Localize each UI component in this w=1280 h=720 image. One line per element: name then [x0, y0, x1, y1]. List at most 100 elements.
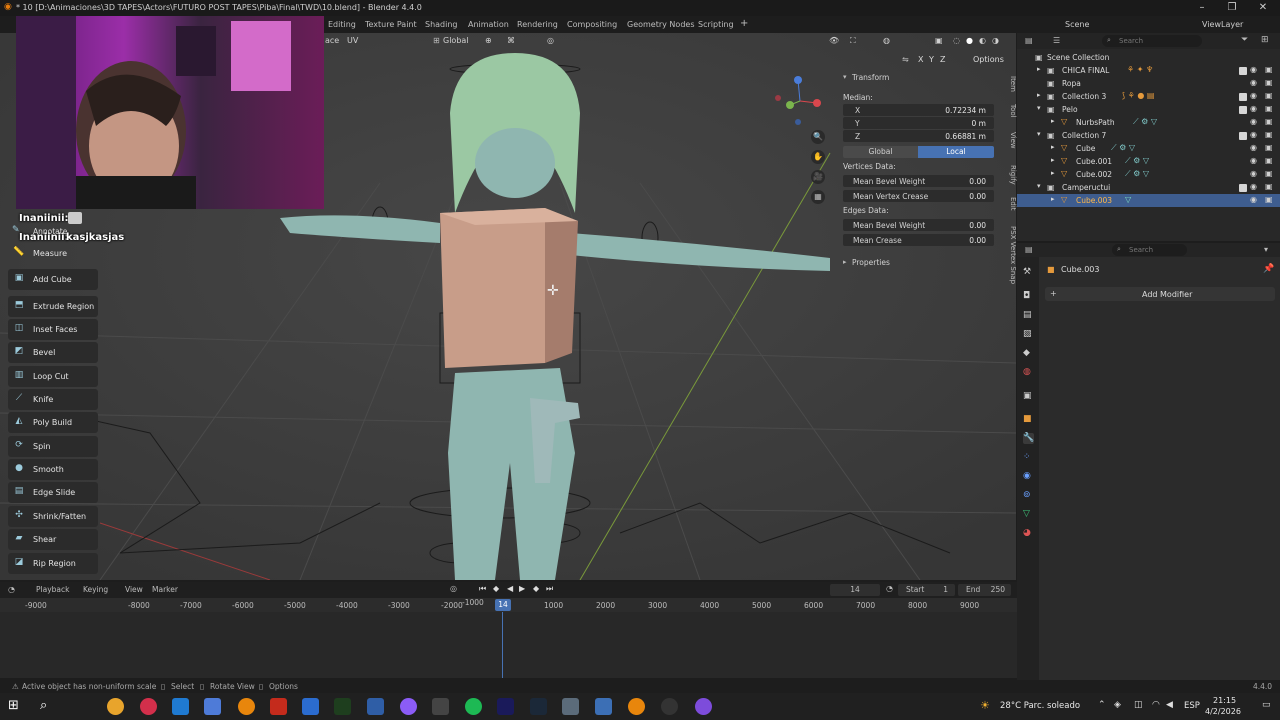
app-icon[interactable] [204, 698, 221, 715]
chrome-icon[interactable] [107, 698, 124, 715]
editor-type-icon[interactable]: ▤ [1025, 245, 1033, 254]
scene-icon[interactable]: ◆ [1023, 348, 1034, 359]
camera-icon[interactable]: ▣ [1265, 117, 1273, 126]
spotify-icon[interactable] [465, 698, 482, 715]
record-icon[interactable]: ◎ [450, 584, 457, 593]
axis-x-toggle[interactable]: X [918, 55, 923, 64]
chevron-right-icon[interactable]: ▸ [843, 258, 847, 266]
median-y-field[interactable]: Y 0 m [843, 117, 994, 129]
tab-edit[interactable]: Edit [1005, 197, 1017, 211]
outliner-row[interactable]: ▸ ▽ NurbsPath ⟋ ⚙ ▽ ◉ ▣ [1017, 116, 1280, 129]
prev-key-icon[interactable]: ◆ [493, 584, 499, 593]
tool-poly-build[interactable]: ◭ Poly Build [8, 412, 98, 433]
render-icon[interactable]: ◘ [1023, 291, 1034, 302]
tool-measure[interactable]: 📏 Measure [8, 243, 98, 264]
outliner-row[interactable]: ▸ ▽ Cube ⟋ ⚙ ▽ ◉ ▣ [1017, 142, 1280, 155]
global-toggle[interactable]: Global [843, 146, 918, 158]
end-frame-field[interactable]: End 250 [958, 584, 1011, 596]
tab-view[interactable]: View [1005, 132, 1017, 149]
vscode-icon[interactable] [367, 698, 384, 715]
outliner-row[interactable]: ▣ Scene Collection [1017, 51, 1280, 64]
marker-menu[interactable]: Marker [152, 585, 178, 594]
clock-time[interactable]: 21:15 [1213, 696, 1236, 705]
app-icon[interactable] [270, 698, 287, 715]
tool-shear[interactable]: ▰ Shear [8, 529, 98, 550]
tool-bevel[interactable]: ◩ Bevel [8, 342, 98, 363]
physics-icon[interactable]: ◉ [1023, 471, 1034, 482]
chevron-down-icon[interactable]: ▾ [1037, 182, 1041, 190]
current-frame-field[interactable]: 14 [830, 584, 880, 596]
eye-icon[interactable]: ◉ [1250, 195, 1257, 204]
eye-icon[interactable]: ◉ [1250, 117, 1257, 126]
constraints-icon[interactable]: ⊚ [1023, 490, 1034, 501]
jump-end-icon[interactable]: ⏭ [546, 584, 553, 594]
transform-header[interactable]: Transform [852, 73, 889, 82]
tool-loop-cut[interactable]: ▥ Loop Cut [8, 366, 98, 387]
app-icon[interactable] [432, 698, 449, 715]
properties-search-input[interactable]: ⌕ Search [1112, 244, 1187, 256]
tool-settings-icon[interactable]: ⚒ [1023, 267, 1034, 278]
chevron-down-icon[interactable]: ▾ [843, 73, 847, 81]
camera-icon[interactable]: ▣ [1265, 195, 1273, 204]
pivot-icon[interactable]: ⊕ [485, 36, 492, 45]
particles-icon[interactable]: ⁘ [1023, 452, 1034, 463]
opera-icon[interactable] [140, 698, 157, 715]
chevron-right-icon[interactable]: ▸ [1037, 65, 1041, 73]
network-icon[interactable]: ◫ [1134, 700, 1143, 710]
mode-menu-fragment[interactable]: ace [325, 36, 339, 45]
display-mode-icon[interactable]: ☰ [1053, 36, 1060, 45]
after-effects-icon[interactable] [497, 698, 514, 715]
wifi-icon[interactable]: ◠ [1152, 700, 1160, 710]
tool-shrink-fatten[interactable]: ✣ Shrink/Fatten [8, 506, 98, 527]
tab-scripting[interactable]: Scripting [698, 20, 734, 29]
median-z-field[interactable]: Z 0.66881 m [843, 130, 994, 142]
tab-tool[interactable]: Tool [1005, 104, 1017, 118]
eye-icon[interactable]: ◉ [1250, 65, 1257, 74]
checkbox-icon[interactable] [1239, 184, 1247, 192]
play-icon[interactable]: ▶ [519, 584, 525, 593]
camera-icon[interactable]: ▣ [1265, 156, 1273, 165]
eye-icon[interactable]: ◉ [1250, 169, 1257, 178]
perspective-toggle-icon[interactable]: ▦ [811, 190, 825, 204]
eye-icon[interactable]: ◉ [1250, 130, 1257, 139]
camera-icon[interactable]: ▣ [1265, 65, 1273, 74]
chevron-right-icon[interactable]: ▸ [1051, 169, 1055, 177]
camera-icon[interactable]: ▣ [1265, 143, 1273, 152]
outliner-row[interactable]: ▸ ▽ Cube.002 ⟋ ⚙ ▽ ◉ ▣ [1017, 168, 1280, 181]
options-dropdown[interactable]: Options [973, 55, 1004, 64]
pan-hand-icon[interactable]: ✋ [811, 150, 825, 164]
tab-rigify[interactable]: Rigify [1005, 165, 1017, 185]
outliner-row[interactable]: ▣ Ropa ◉ ▣ [1017, 77, 1280, 90]
snap-icon[interactable]: ⌘ [507, 36, 515, 45]
tab-geometry-nodes[interactable]: Geometry Nodes [627, 20, 694, 29]
app-icon[interactable] [562, 698, 579, 715]
discord-icon[interactable] [695, 698, 712, 715]
camera-icon[interactable]: ▣ [1265, 182, 1273, 191]
tab-texture-paint[interactable]: Texture Paint [365, 20, 417, 29]
camera-icon[interactable]: ▣ [1265, 104, 1273, 113]
eye-icon[interactable]: ◉ [1250, 104, 1257, 113]
volume-icon[interactable]: ◀ [1166, 700, 1173, 710]
gizmo-toggle-icon[interactable]: ⛶ [850, 36, 856, 46]
outliner-search-input[interactable]: ⌕ Search [1102, 35, 1202, 47]
outliner-row[interactable]: ▸ ▽ Cube.001 ⟋ ⚙ ▽ ◉ ▣ [1017, 155, 1280, 168]
windows-start-icon[interactable]: ⊞ [8, 698, 19, 713]
next-key-icon[interactable]: ◆ [533, 584, 539, 593]
tool-add-cube[interactable]: ▣ Add Cube [8, 269, 98, 290]
tool-annotate[interactable]: ✎ Annotate [8, 224, 98, 238]
chevron-down-icon[interactable]: ▾ [1037, 104, 1041, 112]
tab-item[interactable]: Item [1005, 76, 1017, 92]
maximize-button[interactable]: ❐ [1217, 2, 1247, 14]
proportional-edit-icon[interactable]: ◎ [547, 36, 554, 45]
world-icon[interactable]: ◍ [1023, 367, 1034, 378]
playhead[interactable]: 14 [495, 599, 511, 611]
view-layer-icon[interactable]: ▧ [1023, 329, 1034, 340]
minimize-button[interactable]: – [1187, 2, 1217, 14]
tab-psx-vertex-snap[interactable]: PSX Vertex Snap [1005, 226, 1017, 284]
shading-rendered-icon[interactable]: ◑ [992, 36, 999, 45]
clock-date[interactable]: 4/2/2026 [1205, 707, 1241, 716]
view-object-types-icon[interactable]: 👁 [829, 36, 839, 45]
chevron-right-icon[interactable]: ▸ [1051, 195, 1055, 203]
jump-start-icon[interactable]: ⏮ [479, 584, 486, 594]
shading-wireframe-icon[interactable]: ◌ [953, 36, 960, 45]
